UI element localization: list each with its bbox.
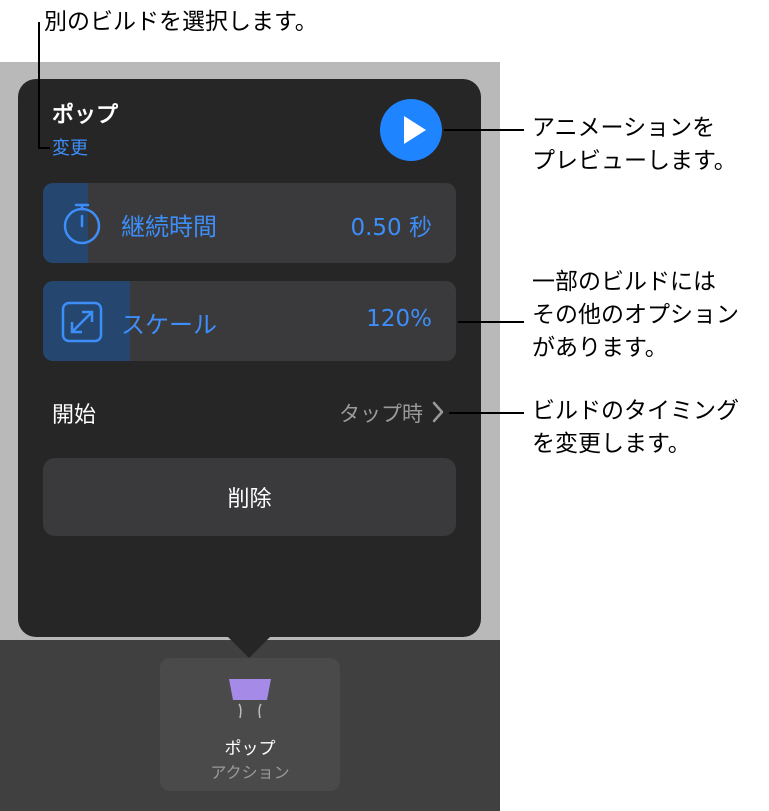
build-tile-name: ポップ	[224, 739, 276, 759]
callout-line-options	[458, 321, 524, 323]
duration-value: 0.50 秒	[350, 215, 432, 241]
callout-options-2: その他のオプション	[532, 302, 739, 328]
callout-timing-2: を変更します。	[532, 431, 691, 457]
preview-play-button[interactable]	[380, 99, 442, 161]
callout-preview-2: プレビューします。	[532, 148, 737, 174]
duration-label: 継続時間	[121, 213, 217, 241]
scale-slider[interactable]: スケール 120%	[43, 281, 456, 361]
change-build-link[interactable]: 変更	[52, 134, 88, 160]
start-value[interactable]: タップ時	[339, 398, 423, 428]
callout-timing-1: ビルドのタイミング	[532, 398, 739, 424]
callout-change-build: 別のビルドを選択します。	[44, 9, 318, 35]
scale-label: スケール	[121, 311, 217, 339]
expand-icon	[61, 301, 103, 343]
callout-line-timing	[449, 412, 524, 414]
callout-line-preview	[444, 129, 524, 131]
scale-value: 120%	[366, 306, 432, 332]
popover-arrow	[227, 636, 271, 658]
callout-options-3: があります。	[532, 335, 668, 361]
chevron-right-icon[interactable]	[431, 400, 445, 424]
callout-line-change-vertical	[38, 22, 40, 148]
stopwatch-icon	[63, 203, 101, 245]
callout-preview-1: アニメーションを	[532, 115, 716, 141]
play-icon	[404, 116, 426, 144]
build-tile-type: アクション	[210, 763, 290, 782]
callout-options-1: 一部のビルドには	[532, 269, 716, 295]
delete-button[interactable]: 削除	[43, 458, 456, 536]
build-title: ポップ	[52, 103, 119, 128]
duration-slider[interactable]: 継続時間 0.50 秒	[43, 183, 456, 263]
pop-build-icon	[229, 679, 271, 719]
start-label: 開始	[52, 403, 97, 428]
callout-line-change-horizontal	[38, 147, 50, 149]
